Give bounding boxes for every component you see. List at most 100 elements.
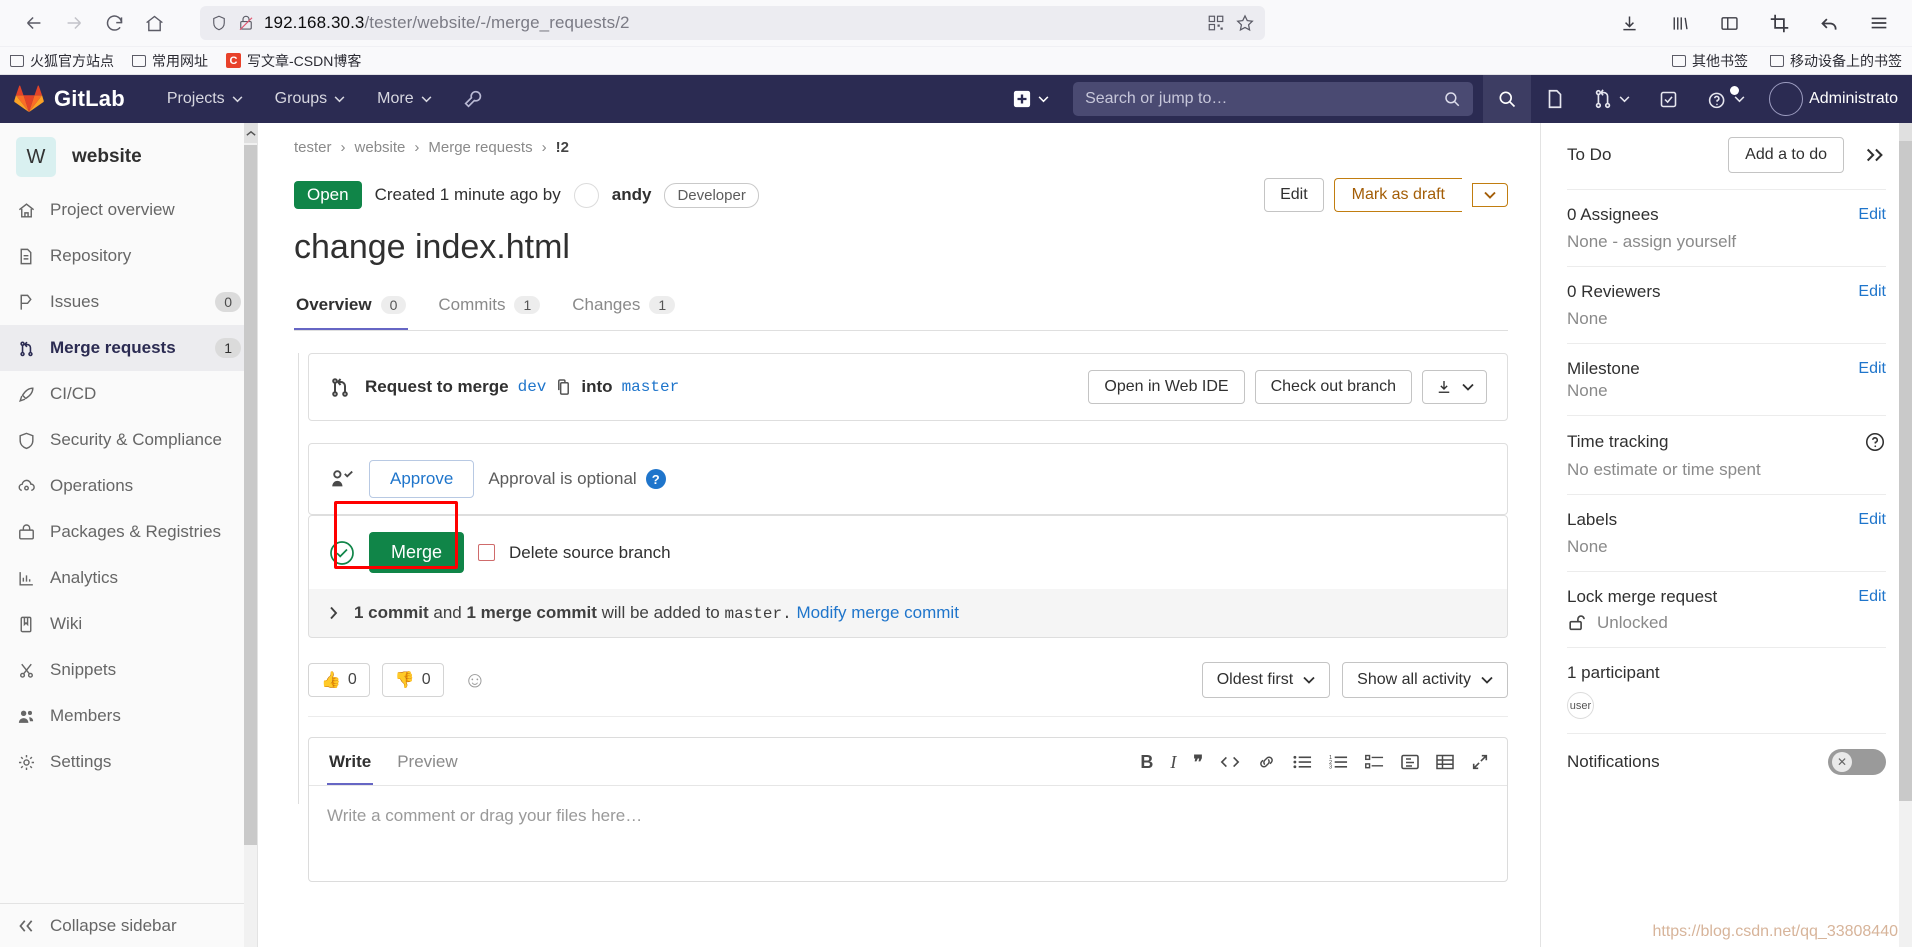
- quote-icon[interactable]: ❞: [1193, 752, 1203, 773]
- qr-code-icon[interactable]: [1207, 14, 1225, 32]
- activity-filter-dropdown[interactable]: Show all activity: [1342, 662, 1508, 698]
- nav-projects[interactable]: Projects: [151, 75, 259, 123]
- issues-button[interactable]: [1531, 75, 1579, 123]
- scroll-up-arrow-icon[interactable]: [244, 123, 257, 143]
- sidebar-item-wiki[interactable]: Wiki: [0, 601, 257, 647]
- expand-chevron-icon[interactable]: [329, 606, 340, 620]
- download-icon[interactable]: [1616, 5, 1642, 41]
- thumbsup-button[interactable]: 👍 0: [308, 663, 370, 697]
- merge-button[interactable]: Merge: [369, 532, 465, 573]
- draft-dropdown-button[interactable]: [1472, 183, 1508, 207]
- sidebar-item-merge-requests[interactable]: Merge requests 1: [0, 325, 257, 371]
- approve-button[interactable]: Approve: [369, 460, 475, 498]
- tab-changes[interactable]: Changes 1: [570, 289, 677, 330]
- bookmark-other-folder[interactable]: 其他书签: [1672, 51, 1748, 71]
- reload-icon[interactable]: [94, 5, 134, 41]
- check-out-branch-button[interactable]: Check out branch: [1254, 370, 1412, 404]
- sidebar-item-packages-registries[interactable]: Packages & Registries: [0, 509, 257, 555]
- search-toggle-button[interactable]: [1483, 75, 1532, 123]
- participant-avatar[interactable]: user: [1567, 692, 1594, 719]
- mark-as-draft-button[interactable]: Mark as draft: [1333, 178, 1462, 212]
- bookmark-star-icon[interactable]: [1235, 13, 1255, 33]
- assignees-value[interactable]: None - assign yourself: [1567, 232, 1886, 252]
- bookmark-item[interactable]: 火狐官方站点: [10, 51, 114, 71]
- collapse-block-icon[interactable]: [1401, 754, 1419, 770]
- sidebar-project-header[interactable]: W website: [0, 123, 257, 187]
- lock-edit-link[interactable]: Edit: [1858, 588, 1886, 606]
- task-list-icon[interactable]: [1365, 754, 1384, 770]
- numbered-list-icon[interactable]: 123: [1329, 754, 1348, 770]
- delete-source-branch-checkbox[interactable]: [478, 544, 496, 561]
- breadcrumb-website[interactable]: website: [355, 139, 406, 156]
- sidebar-scroll-thumb[interactable]: [244, 145, 257, 845]
- user-avatar[interactable]: [1769, 82, 1804, 116]
- sidebar-item-issues[interactable]: Issues 0: [0, 279, 257, 325]
- reviewers-edit-link[interactable]: Edit: [1858, 283, 1886, 301]
- editor-tab-preview[interactable]: Preview: [395, 748, 459, 785]
- source-branch-name[interactable]: dev: [518, 378, 547, 396]
- bold-icon[interactable]: B: [1140, 752, 1153, 773]
- gitlab-logo[interactable]: GitLab: [14, 85, 125, 113]
- lock-crossed-icon[interactable]: [237, 14, 255, 32]
- download-dropdown-button[interactable]: [1422, 370, 1487, 404]
- new-item-button[interactable]: [999, 82, 1063, 116]
- sort-order-dropdown[interactable]: Oldest first: [1201, 662, 1331, 698]
- breadcrumb-tester[interactable]: tester: [294, 139, 332, 156]
- breadcrumb-mr-id[interactable]: !2: [556, 139, 569, 156]
- back-arrow-icon[interactable]: [14, 5, 54, 41]
- comment-input[interactable]: Write a comment or drag your files here…: [309, 786, 1507, 881]
- right-sidebar-scrollbar[interactable]: [1899, 123, 1912, 947]
- notifications-toggle[interactable]: ✕: [1828, 749, 1886, 775]
- sidebar-item-snippets[interactable]: Snippets: [0, 647, 257, 693]
- expand-sidebar-icon[interactable]: [1858, 147, 1886, 163]
- labels-edit-link[interactable]: Edit: [1858, 511, 1886, 529]
- italic-icon[interactable]: I: [1170, 752, 1176, 773]
- help-button[interactable]: [1693, 75, 1759, 123]
- nav-groups[interactable]: Groups: [259, 75, 361, 123]
- scroll-up-arrow-icon[interactable]: [1899, 123, 1912, 141]
- target-branch-name[interactable]: master: [622, 378, 680, 396]
- hamburger-menu-icon[interactable]: [1866, 5, 1892, 41]
- sidebar-item-members[interactable]: Members: [0, 693, 257, 739]
- breadcrumb-merge-requests[interactable]: Merge requests: [428, 139, 532, 156]
- sidebar-toggle-icon[interactable]: [1716, 5, 1742, 41]
- help-icon[interactable]: [1864, 431, 1886, 453]
- milestone-edit-link[interactable]: Edit: [1858, 360, 1886, 378]
- search-input[interactable]: Search or jump to…: [1073, 82, 1474, 116]
- forward-arrow-icon[interactable]: [54, 5, 94, 41]
- bookmark-mobile-folder[interactable]: 移动设备上的书签: [1770, 51, 1902, 71]
- add-reaction-icon[interactable]: ☺: [464, 667, 486, 693]
- fullscreen-icon[interactable]: [1471, 753, 1489, 771]
- nav-admin-wrench[interactable]: [448, 75, 498, 123]
- address-bar[interactable]: 192.168.30.3/tester/website/-/merge_requ…: [200, 6, 1265, 40]
- undo-arrow-icon[interactable]: [1816, 5, 1842, 41]
- open-in-web-ide-button[interactable]: Open in Web IDE: [1088, 370, 1245, 404]
- collapse-sidebar-button[interactable]: Collapse sidebar: [0, 903, 257, 947]
- sidebar-item-security-compliance[interactable]: Security & Compliance: [0, 417, 257, 463]
- tab-commits[interactable]: Commits 1: [436, 289, 542, 330]
- sidebar-item-operations[interactable]: Operations: [0, 463, 257, 509]
- add-todo-button[interactable]: Add a to do: [1728, 137, 1844, 173]
- help-icon[interactable]: ?: [645, 469, 666, 489]
- code-icon[interactable]: [1220, 754, 1240, 770]
- bookmark-item[interactable]: C 写文章-CSDN博客: [226, 51, 361, 71]
- sidebar-item-settings[interactable]: Settings: [0, 739, 257, 785]
- library-icon[interactable]: [1666, 5, 1692, 41]
- sidebar-item-cicd[interactable]: CI/CD: [0, 371, 257, 417]
- todos-button[interactable]: [1644, 75, 1693, 123]
- home-icon[interactable]: [134, 5, 174, 41]
- edit-button[interactable]: Edit: [1264, 178, 1324, 212]
- merge-requests-button[interactable]: [1579, 75, 1644, 123]
- sidebar-item-project-overview[interactable]: Project overview: [0, 187, 257, 233]
- thumbsdown-button[interactable]: 👎 0: [381, 663, 444, 697]
- table-icon[interactable]: [1436, 754, 1454, 770]
- copy-branch-icon[interactable]: [555, 378, 572, 397]
- bullet-list-icon[interactable]: [1293, 754, 1312, 770]
- link-icon[interactable]: [1257, 754, 1276, 770]
- editor-tab-write[interactable]: Write: [327, 748, 374, 785]
- nav-more[interactable]: More: [361, 75, 447, 123]
- sidebar-scrollbar[interactable]: [244, 123, 257, 947]
- screenshot-crop-icon[interactable]: [1766, 5, 1792, 41]
- sidebar-item-repository[interactable]: Repository: [0, 233, 257, 279]
- right-scroll-thumb[interactable]: [1899, 141, 1912, 801]
